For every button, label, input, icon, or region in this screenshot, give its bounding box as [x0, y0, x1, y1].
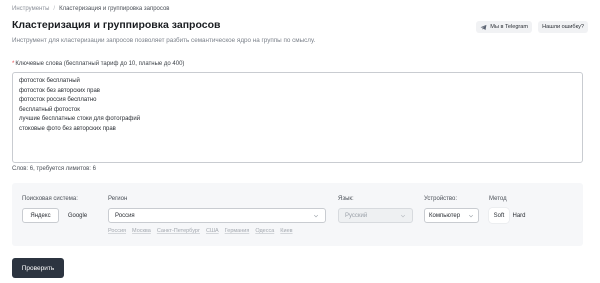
breadcrumb-separator: / [53, 6, 56, 12]
telegram-label: Мы в Telegram [490, 24, 529, 30]
chevron-down-icon [400, 214, 406, 217]
check-button[interactable]: Проверить [12, 258, 64, 278]
region-quick-links: Россия Москва Санкт-Петербург США Герман… [108, 228, 293, 234]
method-toggle: Soft Hard [489, 208, 529, 223]
region-label: Регион [108, 196, 128, 202]
settings-panel: Поисковая система: Яндекс Google Регион … [12, 183, 583, 246]
search-engine-label: Поисковая система: [22, 196, 78, 202]
breadcrumb: Инструменты / Кластеризация и группировк… [12, 6, 169, 12]
region-link-spb[interactable]: Санкт-Петербург [157, 228, 200, 234]
region-link-russia[interactable]: Россия [108, 228, 126, 234]
region-select-value: Россия [115, 212, 135, 219]
region-link-germany[interactable]: Германия [225, 228, 250, 234]
region-select[interactable]: Россия [108, 208, 326, 223]
search-engine-toggle: Яндекс Google [22, 208, 96, 223]
report-error-label: Нашли ошибку? [542, 24, 584, 30]
header-actions: Мы в Telegram Нашли ошибку? [476, 21, 588, 33]
word-count: Слов: 6, требуется лимитов: 6 [12, 166, 96, 172]
telegram-icon [480, 24, 487, 30]
chevron-down-icon [468, 214, 474, 217]
required-mark: * [12, 61, 15, 67]
chevron-down-icon [313, 214, 319, 217]
telegram-button[interactable]: Мы в Telegram [476, 21, 533, 33]
report-error-button[interactable]: Нашли ошибку? [538, 21, 588, 33]
language-select: Русский [338, 208, 413, 223]
language-select-value: Русский [345, 212, 368, 219]
page-title: Кластеризация и группировка запросов [12, 19, 221, 31]
region-link-moscow[interactable]: Москва [132, 228, 151, 234]
device-label: Устройство: [424, 196, 458, 202]
breadcrumb-current: Кластеризация и группировка запросов [59, 6, 170, 12]
language-label: Язык: [338, 196, 354, 202]
region-link-usa[interactable]: США [206, 228, 219, 234]
device-select-value: Компьютер [429, 212, 461, 219]
engine-option-yandex[interactable]: Яндекс [22, 208, 59, 223]
keywords-label-text: Ключевые слова (бесплатный тариф до 10, … [15, 61, 185, 67]
breadcrumb-root-link[interactable]: Инструменты [12, 6, 49, 12]
device-select[interactable]: Компьютер [424, 208, 479, 223]
method-option-hard[interactable]: Hard [509, 208, 529, 223]
region-link-kyiv[interactable]: Киев [280, 228, 292, 234]
method-label: Метод [489, 196, 507, 202]
region-link-odessa[interactable]: Одесса [255, 228, 274, 234]
engine-option-google[interactable]: Google [59, 208, 96, 223]
keywords-label: *Ключевые слова (бесплатный тариф до 10,… [12, 61, 184, 67]
page-subtitle: Инструмент для кластеризации запросов по… [12, 37, 316, 44]
keywords-textarea[interactable]: фотосток бесплатный фотосток без авторск… [12, 72, 583, 163]
method-option-soft[interactable]: Soft [489, 208, 509, 223]
